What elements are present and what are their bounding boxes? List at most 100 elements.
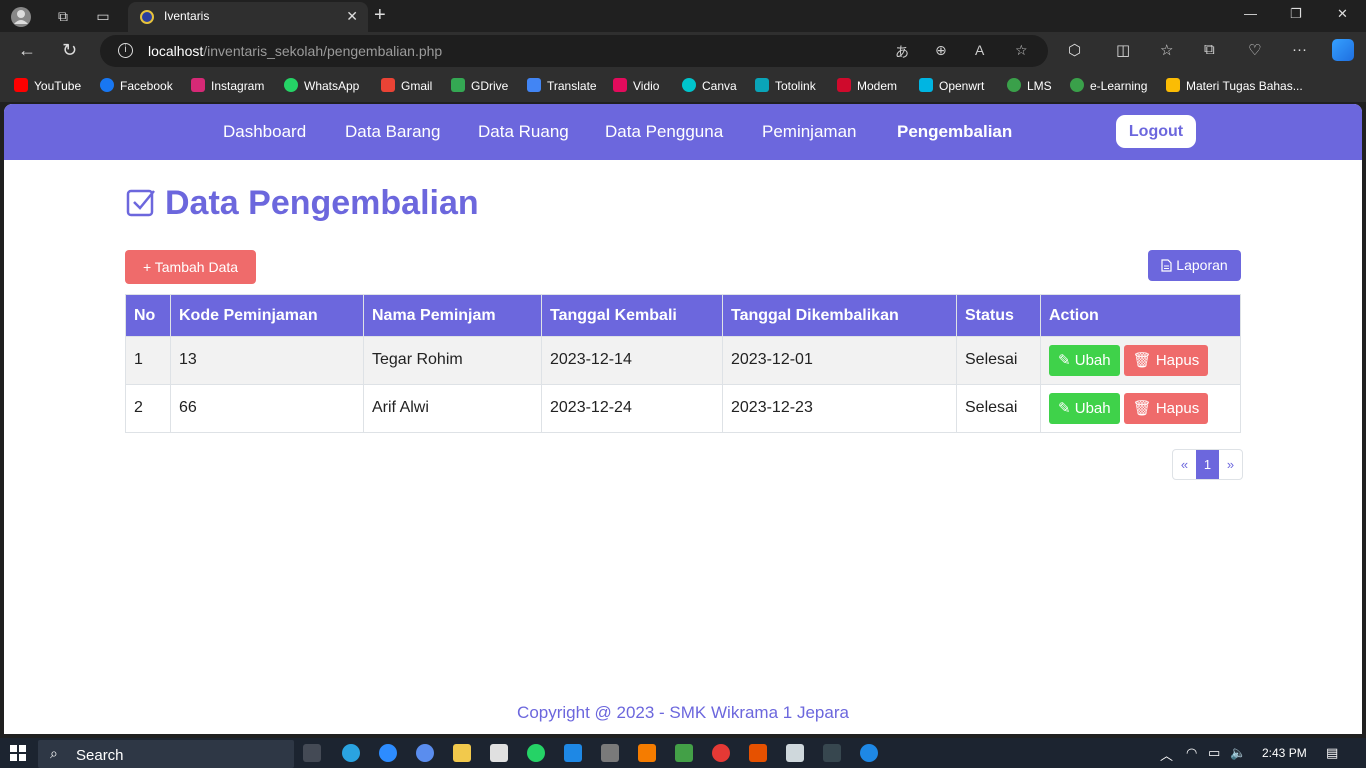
read-aloud-icon[interactable]: A bbox=[975, 42, 984, 58]
windows-start-icon[interactable] bbox=[10, 745, 26, 761]
bookmark-canva[interactable]: Canva bbox=[682, 78, 737, 93]
bookmark-gmail[interactable]: Gmail bbox=[381, 78, 432, 93]
delete-button[interactable]: 🗑 Hapus bbox=[1123, 393, 1209, 424]
translate-bookmark-icon bbox=[527, 78, 541, 92]
bookmark-modem[interactable]: Modem bbox=[837, 78, 897, 93]
volume-icon[interactable]: 🔈 bbox=[1230, 745, 1246, 761]
notifications-icon[interactable]: ▤ bbox=[1326, 745, 1338, 761]
browser-app-icon[interactable] bbox=[416, 744, 434, 762]
bookmark-label: Modem bbox=[857, 79, 898, 93]
pagination-next[interactable]: » bbox=[1219, 450, 1242, 479]
tray-chevron-icon[interactable]: ︿ bbox=[1160, 745, 1173, 764]
nav-data-ruang[interactable]: Data Ruang bbox=[478, 122, 569, 142]
restore-icon[interactable]: ❐ bbox=[1290, 6, 1302, 22]
spreadsheet-icon[interactable] bbox=[675, 744, 693, 762]
telegram-icon[interactable] bbox=[342, 744, 360, 762]
workspaces-icon[interactable]: ⧉ bbox=[52, 6, 74, 26]
battery-icon[interactable]: ▭ bbox=[1208, 745, 1220, 761]
profile-icon[interactable] bbox=[10, 6, 32, 27]
checkbox-square-icon bbox=[126, 189, 155, 217]
favorite-star-icon[interactable]: ☆ bbox=[1015, 42, 1028, 59]
extensions-icon[interactable]: ⬡ bbox=[1068, 41, 1081, 59]
site-info-icon[interactable]: i bbox=[118, 43, 133, 58]
cell-kode: 66 bbox=[170, 384, 364, 433]
bookmark-whatsapp[interactable]: WhatsApp bbox=[284, 78, 359, 93]
performance-icon[interactable]: ♡ bbox=[1248, 41, 1261, 59]
nav-peminjaman[interactable]: Peminjaman bbox=[762, 122, 857, 142]
split-screen-icon[interactable]: ◫ bbox=[1116, 41, 1130, 59]
add-data-button[interactable]: + Tambah Data bbox=[125, 250, 256, 284]
bookmark-instagram[interactable]: Instagram bbox=[191, 78, 264, 93]
sublime-icon[interactable] bbox=[749, 744, 767, 762]
bookmark-vidio[interactable]: Vidio bbox=[613, 78, 659, 93]
more-menu-icon[interactable]: ··· bbox=[1292, 41, 1307, 58]
tab-actions-icon[interactable]: ▭ bbox=[92, 6, 114, 26]
terminal-icon[interactable] bbox=[823, 744, 841, 762]
bookmark-lms[interactable]: LMS bbox=[1007, 78, 1052, 93]
trash-icon: 🗑 bbox=[1132, 352, 1156, 369]
xampp-icon[interactable] bbox=[638, 744, 656, 762]
nav-data-barang[interactable]: Data Barang bbox=[345, 122, 440, 142]
bookmark-youtube[interactable]: YouTube bbox=[14, 78, 81, 93]
instagram-icon bbox=[191, 78, 205, 92]
edit-button[interactable]: ✎ Ubah bbox=[1049, 345, 1120, 376]
report-button[interactable]: Laporan bbox=[1148, 250, 1241, 281]
bookmark-openwrt[interactable]: Openwrt bbox=[919, 78, 984, 93]
clock[interactable]: 2:43 PM bbox=[1262, 746, 1307, 760]
pagination-page[interactable]: 1 bbox=[1196, 450, 1219, 479]
whatsapp-icon bbox=[284, 78, 298, 92]
bookmark-materi[interactable]: Materi Tugas Bahas... bbox=[1166, 78, 1303, 93]
file-explorer-icon[interactable] bbox=[453, 744, 471, 762]
security-icon[interactable] bbox=[786, 744, 804, 762]
url-text[interactable]: localhost/inventaris_sekolah/pengembalia… bbox=[148, 43, 442, 59]
refresh-icon[interactable]: ↻ bbox=[62, 40, 77, 61]
table-header-row: No Kode Peminjaman Nama Peminjam Tanggal… bbox=[125, 294, 1241, 337]
edge-icon[interactable] bbox=[860, 744, 878, 762]
search-placeholder: Search bbox=[76, 747, 124, 764]
edit-button[interactable]: ✎ Ubah bbox=[1049, 393, 1120, 424]
nav-dashboard[interactable]: Dashboard bbox=[223, 122, 306, 142]
logout-button[interactable]: Logout bbox=[1116, 115, 1196, 148]
col-action: Action bbox=[1040, 294, 1241, 337]
zoom-app-icon[interactable] bbox=[379, 744, 397, 762]
browser-tab[interactable]: Iventaris ✕ bbox=[128, 2, 368, 32]
bookmark-label: WhatsApp bbox=[304, 79, 360, 93]
wifi-icon[interactable]: ◠ bbox=[1186, 745, 1197, 761]
collections-icon[interactable]: ⧉ bbox=[1204, 41, 1215, 58]
minimize-icon[interactable]: — bbox=[1244, 6, 1257, 21]
back-icon[interactable]: ← bbox=[18, 40, 36, 61]
new-tab-icon[interactable]: + bbox=[374, 4, 386, 27]
vscode-icon[interactable] bbox=[564, 744, 582, 762]
task-view-icon[interactable] bbox=[303, 744, 321, 762]
col-kode: Kode Peminjaman bbox=[170, 294, 364, 337]
close-window-icon[interactable]: ✕ bbox=[1337, 6, 1348, 22]
table-row: 1 13 Tegar Rohim 2023-12-14 2023-12-01 S… bbox=[125, 336, 1241, 385]
pagination-prev[interactable]: « bbox=[1173, 450, 1196, 479]
search-icon: ⌕ bbox=[50, 745, 58, 761]
delete-button[interactable]: 🗑 Hapus bbox=[1123, 345, 1209, 376]
favorites-icon[interactable]: ☆ bbox=[1160, 41, 1173, 59]
address-bar[interactable]: i localhost/inventaris_sekolah/pengembal… bbox=[100, 35, 1048, 67]
taskbar-search[interactable]: ⌕ Search bbox=[38, 740, 294, 768]
store-icon[interactable] bbox=[490, 744, 508, 762]
canva-icon bbox=[682, 78, 696, 92]
bookmark-translate[interactable]: Translate bbox=[527, 78, 597, 93]
bookmark-label: e-Learning bbox=[1090, 79, 1148, 93]
network-tool-icon[interactable] bbox=[601, 744, 619, 762]
bookmark-facebook[interactable]: Facebook bbox=[100, 78, 173, 93]
cell-tanggal-kembali: 2023-12-24 bbox=[541, 384, 723, 433]
whatsapp-app-icon[interactable] bbox=[527, 744, 545, 762]
bookmark-totolink[interactable]: Totolink bbox=[755, 78, 816, 93]
bookmark-elearning[interactable]: e-Learning bbox=[1070, 78, 1147, 93]
nav-pengembalian[interactable]: Pengembalian bbox=[897, 122, 1012, 142]
nav-data-pengguna[interactable]: Data Pengguna bbox=[605, 122, 723, 142]
translate-icon[interactable]: あ bbox=[895, 42, 909, 62]
returns-table: No Kode Peminjaman Nama Peminjam Tanggal… bbox=[125, 294, 1241, 433]
close-tab-icon[interactable]: ✕ bbox=[346, 8, 358, 25]
chrome-icon[interactable] bbox=[712, 744, 730, 762]
gdrive-icon bbox=[451, 78, 465, 92]
bookmark-gdrive[interactable]: GDrive bbox=[451, 78, 508, 93]
copilot-icon[interactable] bbox=[1332, 39, 1354, 61]
zoom-icon[interactable]: ⊕ bbox=[935, 42, 947, 59]
cell-action: ✎ Ubah 🗑 Hapus bbox=[1040, 336, 1241, 385]
